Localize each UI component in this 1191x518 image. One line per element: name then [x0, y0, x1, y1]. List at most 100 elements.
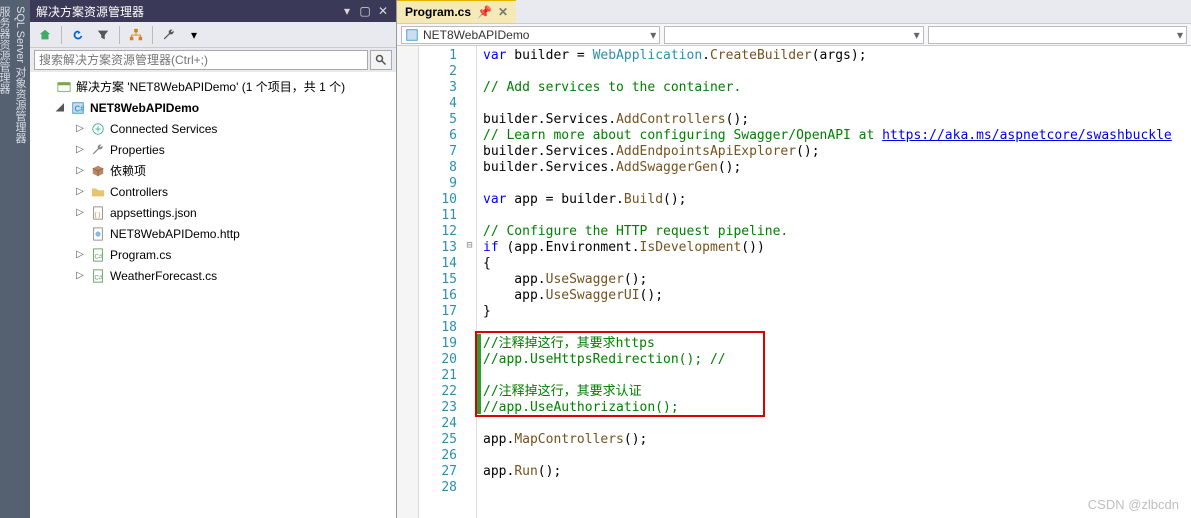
editor-tab-program[interactable]: Program.cs 📌 ✕	[397, 0, 516, 23]
code-editor: Program.cs 📌 ✕ NET8WebAPIDemo ▾ ▾ ▾ 1234…	[397, 0, 1191, 518]
filter-icon[interactable]	[92, 24, 114, 46]
fold-gutter[interactable]: ⊟	[463, 46, 477, 518]
tree-item[interactable]: ▷ Controllers	[30, 181, 396, 202]
wrench-icon	[90, 142, 106, 158]
code-line[interactable]	[483, 208, 1185, 224]
tab-close-icon[interactable]: ✕	[498, 5, 508, 19]
expand-icon[interactable]: ▷	[74, 186, 86, 197]
expand-icon[interactable]: ▷	[74, 123, 86, 134]
code-line[interactable]: // Add services to the container.	[483, 80, 1185, 96]
code-line[interactable]: // Configure the HTTP request pipeline.	[483, 224, 1185, 240]
tree-item[interactable]: ▷ { } appsettings.json	[30, 202, 396, 223]
code-line[interactable]: app.Run();	[483, 464, 1185, 480]
code-line[interactable]: }	[483, 304, 1185, 320]
ide-left-rail: SQL Server 对象资源管理器 服务器资源管理器	[0, 0, 30, 518]
expand-icon[interactable]: ◢	[54, 102, 66, 113]
wrench-icon[interactable]	[158, 24, 180, 46]
tree-item[interactable]: ▷ C# Program.cs	[30, 244, 396, 265]
csproj-icon: C#	[70, 100, 86, 116]
code-line[interactable]: builder.Services.AddEndpointsApiExplorer…	[483, 144, 1185, 160]
panel-close-icon[interactable]: ✕	[376, 4, 390, 18]
expand-icon[interactable]: ▷	[74, 270, 86, 281]
tree-item[interactable]: ▷ 依赖项	[30, 160, 396, 181]
tree-item-label: WeatherForecast.cs	[110, 269, 217, 283]
solution-icon	[56, 79, 72, 95]
http-icon	[90, 226, 106, 242]
code-line[interactable]: var app = builder.Build();	[483, 192, 1185, 208]
solution-explorer-panel: 解决方案资源管理器 ▾ ▢ ✕ ▾ 解决方案	[30, 0, 397, 518]
code-area[interactable]: 1234567891011121314151617181920212223242…	[397, 46, 1191, 518]
tree-item-label: appsettings.json	[110, 206, 197, 220]
editor-navbar: NET8WebAPIDemo ▾ ▾ ▾	[397, 24, 1191, 46]
expand-icon[interactable]: ▷	[74, 165, 86, 176]
code-line[interactable]	[483, 416, 1185, 432]
code-line[interactable]: builder.Services.AddControllers();	[483, 112, 1185, 128]
svg-text:C#: C#	[75, 104, 86, 113]
code-line[interactable]: //app.UseAuthorization();	[483, 400, 1185, 416]
solution-toolbar: ▾	[30, 22, 396, 48]
combo-label: NET8WebAPIDemo	[423, 28, 529, 42]
solution-tree[interactable]: 解决方案 'NET8WebAPIDemo' (1 个项目，共 1 个) ◢ C#…	[30, 72, 396, 518]
code-line[interactable]	[483, 368, 1185, 384]
code-line[interactable]: // Learn more about configuring Swagger/…	[483, 128, 1185, 144]
expand-icon[interactable]: ▷	[74, 207, 86, 218]
home-icon[interactable]	[34, 24, 56, 46]
svg-text:C#: C#	[95, 274, 103, 281]
project-label: NET8WebAPIDemo	[90, 101, 199, 115]
tree-item[interactable]: ▷ Connected Services	[30, 118, 396, 139]
tree-item-label: Controllers	[110, 185, 168, 199]
more-icon[interactable]: ▾	[183, 24, 205, 46]
code-line[interactable]: //注释掉这行，其要求https	[483, 336, 1185, 352]
code-line[interactable]: //app.UseHttpsRedirection(); //	[483, 352, 1185, 368]
tree-item[interactable]: NET8WebAPIDemo.http	[30, 223, 396, 244]
scope-combo[interactable]: ▾	[928, 26, 1187, 44]
code-line[interactable]	[483, 176, 1185, 192]
code-line[interactable]: app.MapControllers();	[483, 432, 1185, 448]
code-line[interactable]: app.UseSwaggerUI();	[483, 288, 1185, 304]
chevron-down-icon: ▾	[1177, 28, 1183, 42]
tab-pin-icon[interactable]: 📌	[477, 5, 492, 19]
tree-item[interactable]: ▷ C# WeatherForecast.cs	[30, 265, 396, 286]
chevron-down-icon: ▾	[914, 28, 920, 42]
cs-icon: C#	[90, 247, 106, 263]
link-icon	[90, 121, 106, 137]
tree-item-label: NET8WebAPIDemo.http	[110, 227, 240, 241]
code-line[interactable]	[483, 96, 1185, 112]
expand-icon[interactable]: ▷	[74, 249, 86, 260]
search-button[interactable]	[370, 50, 392, 70]
panel-dropdown-icon[interactable]: ▾	[340, 4, 354, 18]
pkg-icon	[90, 163, 106, 179]
tree-item-label: Connected Services	[110, 122, 217, 136]
project-node[interactable]: ◢ C# NET8WebAPIDemo	[30, 97, 396, 118]
sync-icon[interactable]	[67, 24, 89, 46]
outline-gutter	[397, 46, 419, 518]
rail-tab-server[interactable]: 服务器资源管理器	[0, 6, 12, 500]
line-numbers: 1234567891011121314151617181920212223242…	[419, 46, 463, 518]
expand-icon[interactable]: ▷	[74, 144, 86, 155]
tree-item[interactable]: ▷Properties	[30, 139, 396, 160]
panel-pin-icon[interactable]: ▢	[358, 4, 372, 18]
panel-titlebar: 解决方案资源管理器 ▾ ▢ ✕	[30, 0, 396, 22]
code-line[interactable]: app.UseSwagger();	[483, 272, 1185, 288]
solution-search-input[interactable]	[34, 50, 368, 70]
code-line[interactable]	[483, 448, 1185, 464]
svg-text:{ }: { }	[95, 211, 101, 218]
tree-item-label: 依赖项	[110, 162, 146, 179]
code-line[interactable]	[483, 64, 1185, 80]
code-line[interactable]	[483, 480, 1185, 496]
code-content[interactable]: var builder = WebApplication.CreateBuild…	[477, 46, 1191, 518]
code-line[interactable]: var builder = WebApplication.CreateBuild…	[483, 48, 1185, 64]
code-line[interactable]: builder.Services.AddSwaggerGen();	[483, 160, 1185, 176]
tab-label: Program.cs	[405, 5, 471, 19]
code-line[interactable]: if (app.Environment.IsDevelopment())	[483, 240, 1185, 256]
solution-node[interactable]: 解决方案 'NET8WebAPIDemo' (1 个项目，共 1 个)	[30, 76, 396, 97]
code-line[interactable]: //注释掉这行，其要求认证	[483, 384, 1185, 400]
hierarchy-icon[interactable]	[125, 24, 147, 46]
rail-tab-sql[interactable]: SQL Server 对象资源管理器	[12, 6, 28, 500]
member-combo[interactable]: ▾	[664, 26, 923, 44]
json-icon: { }	[90, 205, 106, 221]
tree-item-label: Program.cs	[110, 248, 171, 262]
code-line[interactable]: {	[483, 256, 1185, 272]
project-combo[interactable]: NET8WebAPIDemo ▾	[401, 26, 660, 44]
code-line[interactable]	[483, 320, 1185, 336]
